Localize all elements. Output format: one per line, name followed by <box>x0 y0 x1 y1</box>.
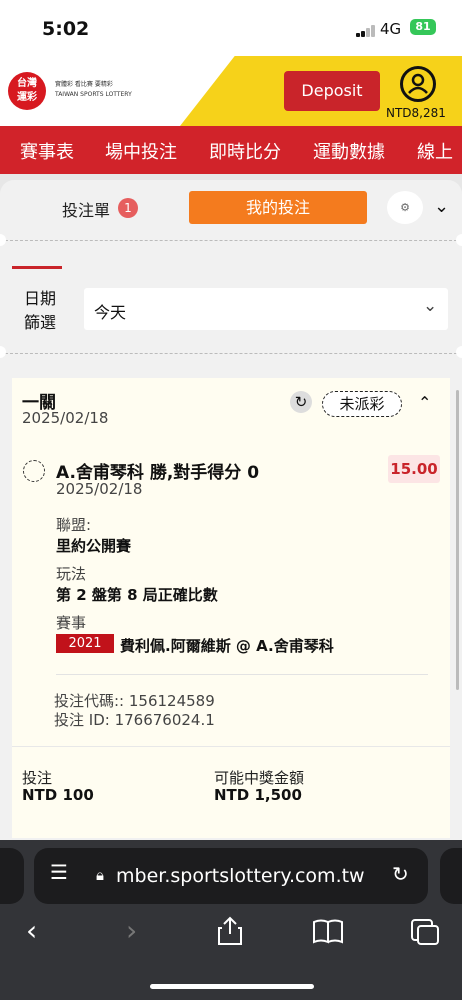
date-filter-value: 今天 <box>94 303 127 322</box>
account-balance: NTD8,281 <box>386 106 446 120</box>
nav-item-online[interactable]: 線上 <box>417 138 453 164</box>
nav-item-sports-data[interactable]: 運動數據 <box>313 138 385 164</box>
selection-date: 2025/02/18 <box>56 480 143 498</box>
event-value: 費利佩.阿爾維斯 @ A.舍甫琴科 <box>120 637 334 655</box>
chevron-down-icon: ⌄ <box>423 296 438 316</box>
market-label: 玩法 <box>56 565 87 583</box>
event-label: 賽事 <box>56 614 87 632</box>
odds-badge: 15.00 <box>388 455 440 483</box>
forward-icon[interactable]: › <box>126 914 137 947</box>
nav-item-schedule[interactable]: 賽事表 <box>20 138 74 164</box>
tabs-icon[interactable] <box>410 918 440 953</box>
app-header: 台灣 運彩 實體彩 看比賽 要精彩 TAIWAN SPORTS LOTTERY … <box>0 56 462 126</box>
deposit-button[interactable]: Deposit <box>284 71 380 111</box>
payout-value: NTD 1,500 <box>214 786 302 804</box>
battery-icon: 81 <box>410 19 436 35</box>
chevron-up-icon[interactable]: ⌃ <box>418 393 431 412</box>
payout-label: 可能中獎金額 <box>214 769 305 787</box>
signal-icon <box>356 25 376 37</box>
status-time: 5:02 <box>42 18 90 40</box>
back-icon[interactable]: ‹ <box>26 914 37 947</box>
account-icon[interactable] <box>400 66 436 102</box>
next-tab-peek[interactable] <box>440 848 462 904</box>
nav-item-live-betting[interactable]: 場中投注 <box>105 138 177 164</box>
network-type: 4G <box>380 20 402 38</box>
page-menu-icon[interactable]: ☰ <box>50 860 68 884</box>
active-subtab-indicator <box>12 266 62 269</box>
bookmarks-icon[interactable] <box>312 918 344 951</box>
bet-status-badge: 未派彩 <box>322 391 402 417</box>
sports-lottery-logo[interactable]: 台灣 運彩 <box>8 72 46 110</box>
stake-label: 投注 <box>22 769 53 787</box>
share-icon[interactable] <box>216 916 244 953</box>
url-text[interactable]: mber.sportslottery.com.tw <box>116 865 365 887</box>
league-value: 里約公開賽 <box>56 537 132 555</box>
event-year-badge: 2021 <box>56 634 114 653</box>
bet-slip-count-badge: 1 <box>118 198 138 218</box>
scrollbar[interactable] <box>456 390 459 690</box>
ticket-notch <box>456 234 462 246</box>
logo-tagline: 實體彩 看比賽 要精彩 TAIWAN SPORTS LOTTERY <box>55 81 132 98</box>
bet-code: 投注代碼:: 156124589 <box>54 692 215 710</box>
chevron-down-icon[interactable]: ⌄ <box>434 196 449 217</box>
tab-bet-slip[interactable]: 投注單 <box>62 197 110 221</box>
home-indicator[interactable] <box>150 984 314 989</box>
refresh-icon[interactable]: ↻ <box>290 391 312 413</box>
market-value: 第 2 盤第 8 局正確比數 <box>56 586 218 604</box>
ticket-notch <box>456 346 462 358</box>
tab-my-bets[interactable]: 我的投注 <box>189 191 367 224</box>
selection-status-icon <box>23 460 45 482</box>
date-filter-label: 日期 篩選 <box>24 289 57 332</box>
settings-icon[interactable]: ⚙ <box>387 191 423 224</box>
reload-icon[interactable]: ↻ <box>392 862 409 886</box>
date-filter-select[interactable] <box>84 288 448 330</box>
main-nav: 賽事表 場中投注 即時比分 運動數據 線上 <box>0 126 462 174</box>
divider <box>56 674 428 675</box>
nav-item-live-scores[interactable]: 即時比分 <box>209 138 281 164</box>
stake-value: NTD 100 <box>22 786 94 804</box>
league-label: 聯盟: <box>56 516 92 534</box>
lock-icon: 🔒︎ <box>96 866 104 884</box>
prev-tab-peek[interactable] <box>0 848 24 904</box>
bet-date: 2025/02/18 <box>22 409 109 427</box>
bet-id: 投注 ID: 176676024.1 <box>54 711 215 729</box>
divider <box>12 746 450 747</box>
